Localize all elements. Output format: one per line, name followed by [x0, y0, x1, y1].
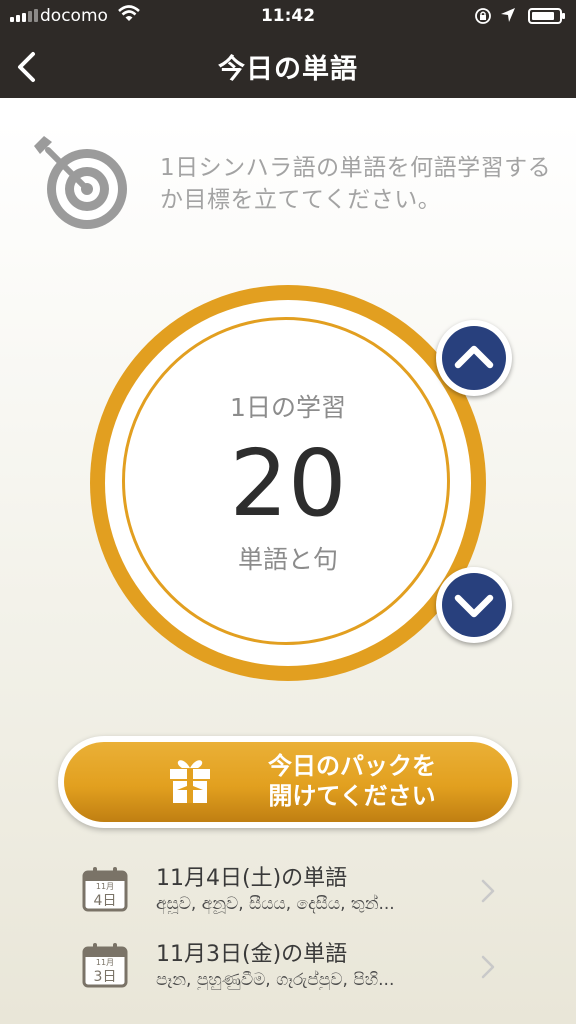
page-title: 今日の単語 [218, 54, 358, 85]
open-todays-pack-button[interactable]: 今日のパックを 開けてください [58, 736, 518, 828]
calendar-day: 3日 [93, 969, 117, 985]
pack-button-label: 今日のパックを 開けてください [232, 751, 472, 811]
status-bar: docomo 11:42 [0, 0, 576, 32]
chevron-up-icon [454, 345, 494, 369]
decrease-goal-button[interactable] [436, 567, 512, 643]
day-title: 11月3日(金)の単語 [156, 942, 348, 967]
goal-instruction: 1日シンハラ語の単語を何語学習するか目標を立ててください。 [160, 155, 552, 213]
daily-goal-label: 1日の学習 [230, 393, 346, 422]
chevron-right-icon [481, 879, 495, 903]
chevron-right-icon [481, 955, 495, 979]
list-item[interactable]: 11月 4日 11月4日(土)の単語 අසූව, අනූව, සීයය, දෙස… [0, 860, 576, 932]
increase-goal-button[interactable] [436, 320, 512, 396]
top-bar: docomo 11:42 今日の単語 [0, 0, 576, 98]
calendar-icon: 11月 3日 [82, 942, 128, 988]
pack-label-line1: 今日のパックを [268, 752, 436, 780]
lock-rotation-icon [474, 7, 492, 30]
list-item[interactable]: 11月 3日 11月3日(金)の単語 පෑන, පුහුණුවීම, ගෑරුප… [0, 936, 576, 1008]
battery-icon [528, 8, 565, 24]
pack-label-line2: 開けてください [268, 782, 436, 810]
chevron-down-icon [454, 594, 494, 618]
calendar-icon: 11月 4日 [82, 866, 128, 912]
target-icon [30, 132, 136, 238]
daily-goal-count: 20 [229, 430, 347, 537]
day-title: 11月4日(土)の単語 [156, 866, 348, 891]
daily-goal-unit: 単語と句 [237, 545, 338, 574]
gift-icon [170, 760, 210, 803]
day-words: පෑන, පුහුණුවීම, ගෑරුප්පුව, පිහි... [156, 970, 395, 990]
day-words: අසූව, අනූව, සීයය, දෙසීය, තුන්... [156, 894, 395, 914]
calendar-day: 4日 [93, 893, 117, 909]
location-arrow-icon [500, 7, 516, 28]
